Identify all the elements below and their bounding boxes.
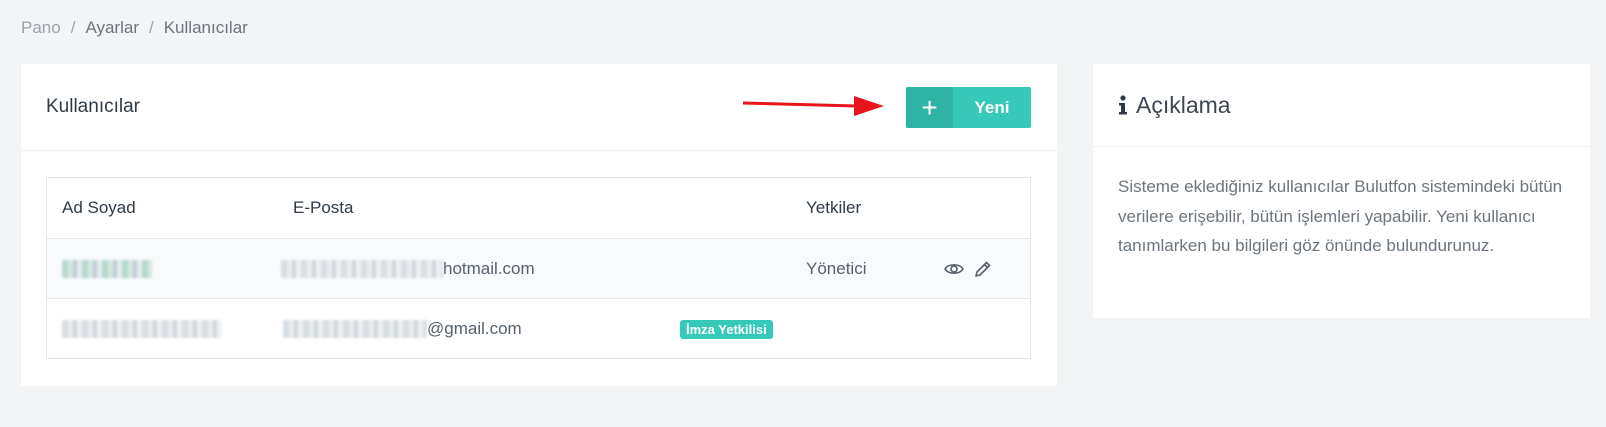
plus-icon: + <box>906 87 953 128</box>
row-actions <box>944 260 992 278</box>
user-name-redacted <box>62 319 222 339</box>
user-role: Yönetici <box>806 258 867 278</box>
column-header-permissions[interactable]: Yetkiler <box>806 198 861 218</box>
pencil-icon[interactable] <box>974 260 992 278</box>
annotation-arrow-icon <box>742 96 884 116</box>
users-card: Kullanıcılar + Yeni Ad Soyad E-Posta Yet… <box>21 64 1057 386</box>
signature-authority-badge: İmza Yetkilisi <box>680 320 773 339</box>
table-row[interactable]: hotmail.com Yönetici <box>47 238 1030 298</box>
users-table: Ad Soyad E-Posta Yetkiler hotmail.com Yö… <box>46 177 1031 359</box>
new-user-button-label: Yeni <box>974 97 1010 117</box>
info-card-title: Açıklama <box>1136 91 1231 118</box>
eye-icon[interactable] <box>944 262 964 276</box>
breadcrumb-separator: / <box>148 18 154 37</box>
user-email: hotmail.com <box>281 259 535 279</box>
info-icon <box>1118 95 1128 115</box>
user-email: @gmail.com <box>283 319 522 339</box>
table-header-row: Ad Soyad E-Posta Yetkiler <box>47 178 1030 238</box>
breadcrumb-item-pano[interactable]: Pano <box>21 18 61 38</box>
breadcrumb-separator: / <box>70 18 76 37</box>
breadcrumb-item-kullanicilar: Kullanıcılar <box>163 18 248 37</box>
column-header-name[interactable]: Ad Soyad <box>62 198 136 218</box>
new-user-button[interactable]: + Yeni <box>906 87 1031 128</box>
column-header-email[interactable]: E-Posta <box>293 198 353 218</box>
info-card-header: Açıklama <box>1093 64 1590 147</box>
user-email-domain: @gmail.com <box>427 318 522 338</box>
table-row[interactable]: @gmail.com İmza Yetkilisi <box>47 298 1030 358</box>
breadcrumb-item-ayarlar[interactable]: Ayarlar <box>85 18 139 38</box>
breadcrumb: Pano / Ayarlar / Kullanıcılar <box>21 18 248 38</box>
users-card-title: Kullanıcılar <box>46 96 140 117</box>
info-card-description: Sisteme eklediğiniz kullanıcılar Bulutfo… <box>1118 177 1563 255</box>
user-name-redacted <box>62 259 152 279</box>
users-card-header: Kullanıcılar + Yeni <box>21 64 1057 151</box>
user-email-domain: hotmail.com <box>443 258 535 278</box>
info-card: Açıklama Sisteme eklediğiniz kullanıcıla… <box>1093 64 1590 318</box>
